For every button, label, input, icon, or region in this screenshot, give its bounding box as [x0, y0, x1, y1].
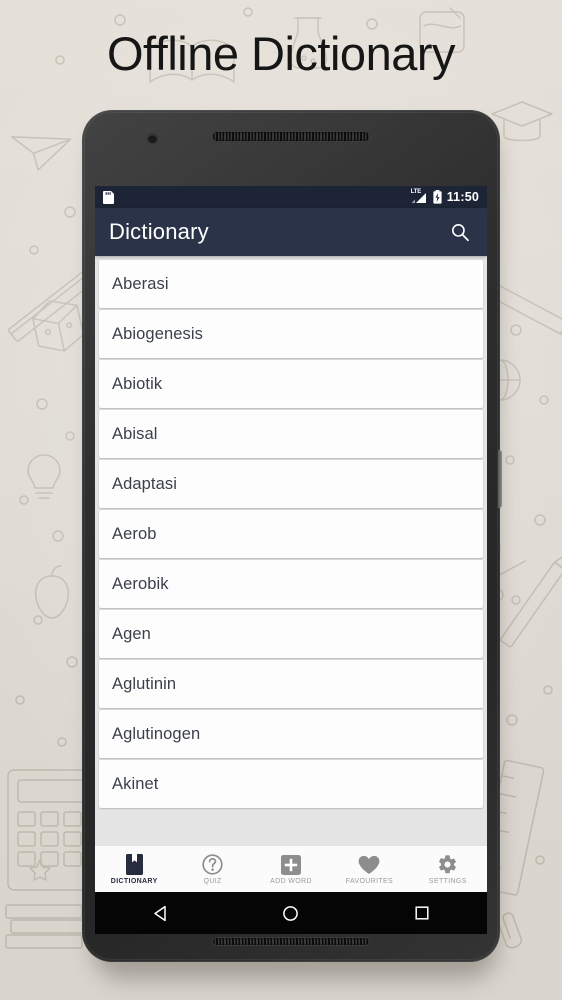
app-bar-title: Dictionary — [109, 219, 209, 244]
nav-label: SETTINGS — [428, 877, 467, 885]
home-button[interactable] — [268, 892, 314, 934]
word-label: Akinet — [112, 774, 159, 793]
nav-item-add-word[interactable]: ADD WORD — [252, 846, 330, 892]
gear-icon — [437, 854, 458, 876]
search-icon — [451, 223, 469, 242]
nav-label: ADD WORD — [270, 877, 312, 885]
list-item[interactable]: Aglutinin — [99, 660, 483, 708]
list-item[interactable]: Aerob — [99, 510, 483, 558]
list-item[interactable]: Aglutinogen — [99, 710, 483, 758]
bottom-speaker — [212, 937, 370, 946]
word-label: Abiogenesis — [112, 324, 203, 343]
recents-button[interactable] — [399, 892, 445, 934]
list-item[interactable]: Abiotik — [99, 360, 483, 408]
front-camera-icon — [148, 134, 157, 143]
heart-icon — [358, 854, 380, 876]
word-label: Abiotik — [112, 374, 163, 393]
search-button[interactable] — [447, 219, 473, 245]
status-bar-left — [103, 190, 114, 204]
back-triangle-icon — [154, 905, 166, 921]
page-title: Offline Dictionary — [107, 27, 456, 80]
nav-label: QUIZ — [203, 877, 222, 885]
lte-signal-icon: LTE — [411, 189, 428, 204]
nav-item-settings[interactable]: SETTINGS — [409, 846, 487, 892]
question-circle-icon — [202, 854, 223, 876]
battery-charging-icon — [433, 190, 442, 204]
nav-item-dictionary[interactable]: DICTIONARY — [95, 846, 173, 892]
list-item[interactable]: Aberasi — [99, 260, 483, 308]
word-label: Adaptasi — [112, 474, 178, 493]
word-label: Aglutinogen — [112, 724, 201, 743]
earpiece-speaker — [212, 131, 370, 142]
list-item[interactable]: Akinet — [99, 760, 483, 808]
word-label: Aerob — [112, 524, 157, 543]
list-item[interactable]: Agen — [99, 610, 483, 658]
list-item[interactable]: Abiogenesis — [99, 310, 483, 358]
back-button[interactable] — [137, 892, 183, 934]
status-clock: 11:50 — [446, 190, 479, 204]
power-button[interactable] — [498, 450, 502, 508]
word-list[interactable]: Aberasi Abiogenesis Abiotik Abisal Adapt… — [95, 256, 487, 845]
sd-card-icon — [103, 190, 114, 204]
app-bar: Dictionary — [95, 208, 487, 256]
home-circle-icon — [283, 905, 299, 921]
list-item[interactable]: Aerobik — [99, 560, 483, 608]
phone-screen: LTE 11:50 Dictionary Aberasi Abiogenesis… — [95, 186, 487, 892]
recents-square-icon — [415, 906, 429, 920]
list-item[interactable]: Adaptasi — [99, 460, 483, 508]
nav-label: FAVOURITES — [345, 877, 394, 885]
nav-item-quiz[interactable]: QUIZ — [173, 846, 251, 892]
word-label: Aerobik — [112, 574, 169, 593]
status-bar-right: LTE 11:50 — [411, 189, 479, 204]
plus-square-icon — [281, 854, 302, 876]
book-icon — [125, 854, 143, 876]
nav-item-favourites[interactable]: FAVOURITES — [330, 846, 408, 892]
word-label: Abisal — [112, 424, 158, 443]
bottom-navigation: DICTIONARY QUIZ ADD WORD FAVOURITES SETT… — [95, 845, 487, 892]
word-label: Agen — [112, 624, 151, 643]
page-root: Offline Dictionary LTE 11:50 Dictionary … — [0, 0, 562, 1000]
status-bar: LTE 11:50 — [95, 186, 487, 208]
word-label: Aglutinin — [112, 674, 177, 693]
nav-label: DICTIONARY — [110, 877, 158, 885]
list-item[interactable]: Abisal — [99, 410, 483, 458]
android-system-nav — [95, 892, 487, 934]
word-label: Aberasi — [112, 274, 169, 293]
